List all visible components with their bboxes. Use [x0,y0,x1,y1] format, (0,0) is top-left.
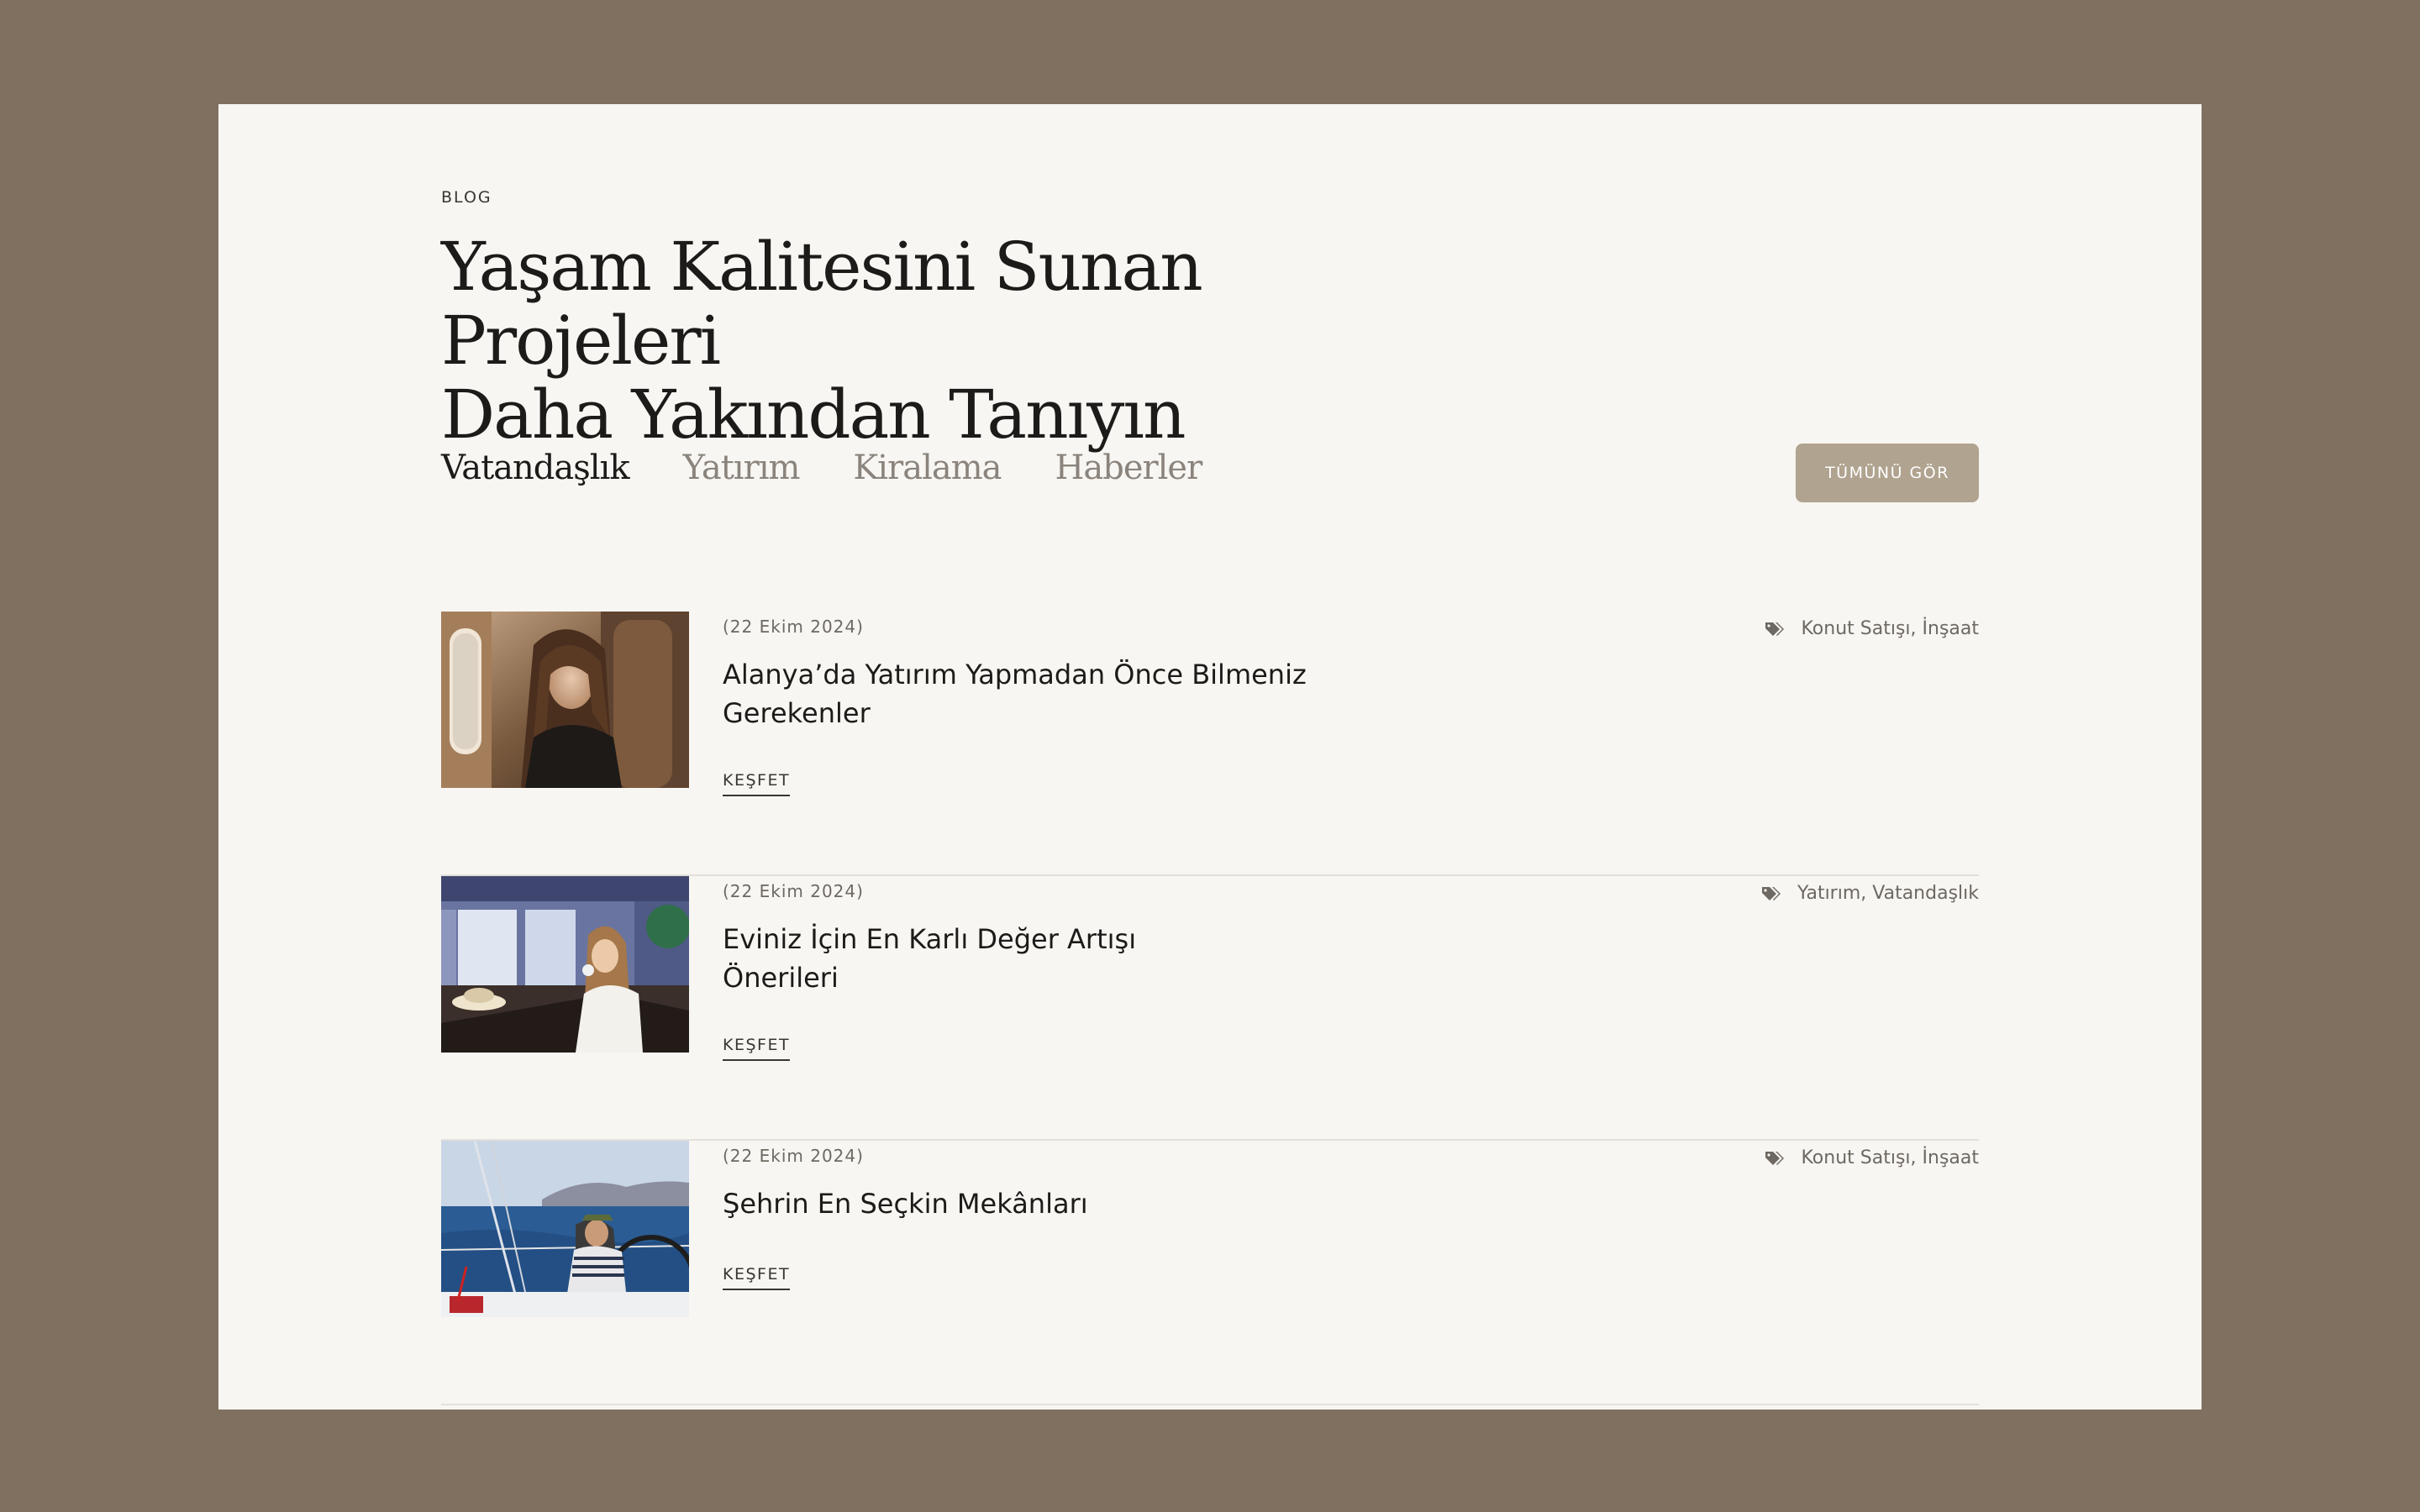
section-eyebrow: BLOG [441,188,492,207]
post-title[interactable]: Eviniz İçin En Karlı Değer Artışı Öneril… [723,920,1311,997]
post-tags: Konut Satışı, İnşaat [1764,1147,1979,1168]
tab-vatandaslik[interactable]: Vatandaşlık [441,449,630,487]
post-title[interactable]: Şehrin En Seçkin Mekânları [723,1184,1311,1223]
explore-link[interactable]: KEŞFET [723,771,791,796]
tab-haberler[interactable]: Haberler [1055,449,1202,487]
post-title-line-1: Şehrin En Seçkin Mekânları [723,1188,1088,1220]
tag-icon [1765,1151,1785,1165]
category-tabs: Vatandaşlık Yatırım Kiralama Haberler [441,449,1202,487]
post-date: (22 Ekim 2024) [723,1146,864,1166]
post-title-line-1: Eviniz İçin En Karlı Değer Artışı [723,923,1137,955]
tag-icon [1762,886,1781,900]
woman-in-airplane-seat-photo [441,612,689,788]
explore-link[interactable]: KEŞFET [723,1265,791,1290]
post-tags-text[interactable]: Konut Satışı, İnşaat [1801,1147,1979,1168]
post-title-line-2: Önerileri [723,962,839,994]
post-thumbnail-woman-airplane[interactable] [441,612,689,788]
woman-drinking-coffee-cafe-photo [441,876,689,1053]
post-title-line-2: Gerekenler [723,697,871,729]
section-title-line-2: Daha Yakından Tanıyın [441,375,1186,454]
blog-post-list: (22 Ekim 2024) Alanya’da Yatırım Yapmada… [441,612,1979,1405]
blog-section-card: BLOG Yaşam Kalitesini Sunan Projeleri Da… [218,104,2202,1410]
view-all-button[interactable]: TÜMÜNÜ GÖR [1796,444,1979,502]
post-tags: Konut Satışı, İnşaat [1764,618,1979,639]
blog-post-item: (22 Ekim 2024) Şehrin En Seçkin Mekânlar… [441,1141,1979,1405]
tab-kiralama[interactable]: Kiralama [853,449,1002,487]
blog-section-content: BLOG Yaşam Kalitesini Sunan Projeleri Da… [441,104,1979,1410]
post-tags-text[interactable]: Konut Satışı, İnşaat [1801,618,1979,639]
man-steering-sailboat-photo [441,1141,689,1317]
section-title-line-1: Yaşam Kalitesini Sunan Projeleri [441,228,1203,380]
explore-link[interactable]: KEŞFET [723,1036,791,1061]
post-tags-text[interactable]: Yatırım, Vatandaşlık [1797,883,1979,904]
blog-post-item: (22 Ekim 2024) Alanya’da Yatırım Yapmada… [441,612,1979,876]
post-tags: Yatırım, Vatandaşlık [1760,883,1979,904]
post-date: (22 Ekim 2024) [723,617,864,637]
tag-icon [1765,622,1785,636]
post-date: (22 Ekim 2024) [723,881,864,901]
section-title: Yaşam Kalitesini Sunan Projeleri Daha Ya… [441,230,1449,452]
tab-yatirim[interactable]: Yatırım [683,449,801,487]
post-title-line-1: Alanya’da Yatırım Yapmadan Önce Bilmeniz [723,659,1307,690]
post-title[interactable]: Alanya’da Yatırım Yapmadan Önce Bilmeniz… [723,655,1311,732]
blog-post-item: (22 Ekim 2024) Eviniz İçin En Karlı Değe… [441,876,1979,1141]
post-thumbnail-sailboat[interactable] [441,1141,689,1317]
post-thumbnail-woman-cafe[interactable] [441,876,689,1053]
